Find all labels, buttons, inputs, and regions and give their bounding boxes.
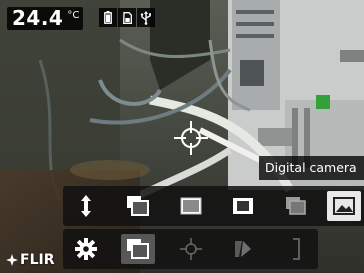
image-mode-icon — [127, 239, 149, 259]
sd-card-icon — [118, 8, 136, 27]
flir-logo: FLIR — [6, 252, 54, 268]
temperature-scale-button[interactable] — [279, 234, 313, 264]
image-mode-toolbar — [63, 186, 364, 226]
sort-arrows-icon[interactable] — [69, 191, 103, 221]
fusion-mode-icon — [286, 197, 306, 215]
digital-camera-button[interactable] — [327, 191, 361, 221]
thermal-mode-icon — [180, 197, 202, 215]
digital-camera-tooltip: Digital camera — [259, 156, 364, 180]
spot-temperature-readout: 24.4 °C — [7, 6, 84, 30]
digital-camera-icon — [333, 197, 355, 215]
temperature-unit: °C — [67, 10, 80, 21]
color-palette-button[interactable] — [226, 234, 260, 264]
battery-icon — [99, 8, 117, 27]
usb-icon — [137, 8, 155, 27]
measurement-spot-icon — [180, 238, 202, 260]
temperature-value: 24.4 — [12, 6, 64, 30]
blending-mode-icon — [233, 198, 253, 214]
flir-logo-mark-icon — [6, 254, 18, 266]
fusion-mode-button[interactable] — [279, 191, 313, 221]
image-mode-button[interactable] — [121, 234, 155, 264]
flir-logo-text: FLIR — [20, 252, 55, 268]
main-menu-toolbar — [63, 229, 318, 269]
settings-gear-icon — [75, 238, 97, 260]
blending-mode-button[interactable] — [226, 191, 260, 221]
picture-in-picture-button[interactable] — [121, 191, 155, 221]
measurement-button[interactable] — [174, 234, 208, 264]
camera-screen: 24.4 °C Digital camera FLIR — [0, 0, 364, 273]
temperature-scale-icon — [293, 238, 300, 260]
thermal-mode-button[interactable] — [174, 191, 208, 221]
picture-in-picture-icon — [127, 196, 149, 216]
color-palette-icon — [235, 241, 251, 257]
status-icons — [99, 8, 155, 27]
measurement-crosshair-icon — [174, 121, 208, 155]
settings-button[interactable] — [69, 234, 103, 264]
